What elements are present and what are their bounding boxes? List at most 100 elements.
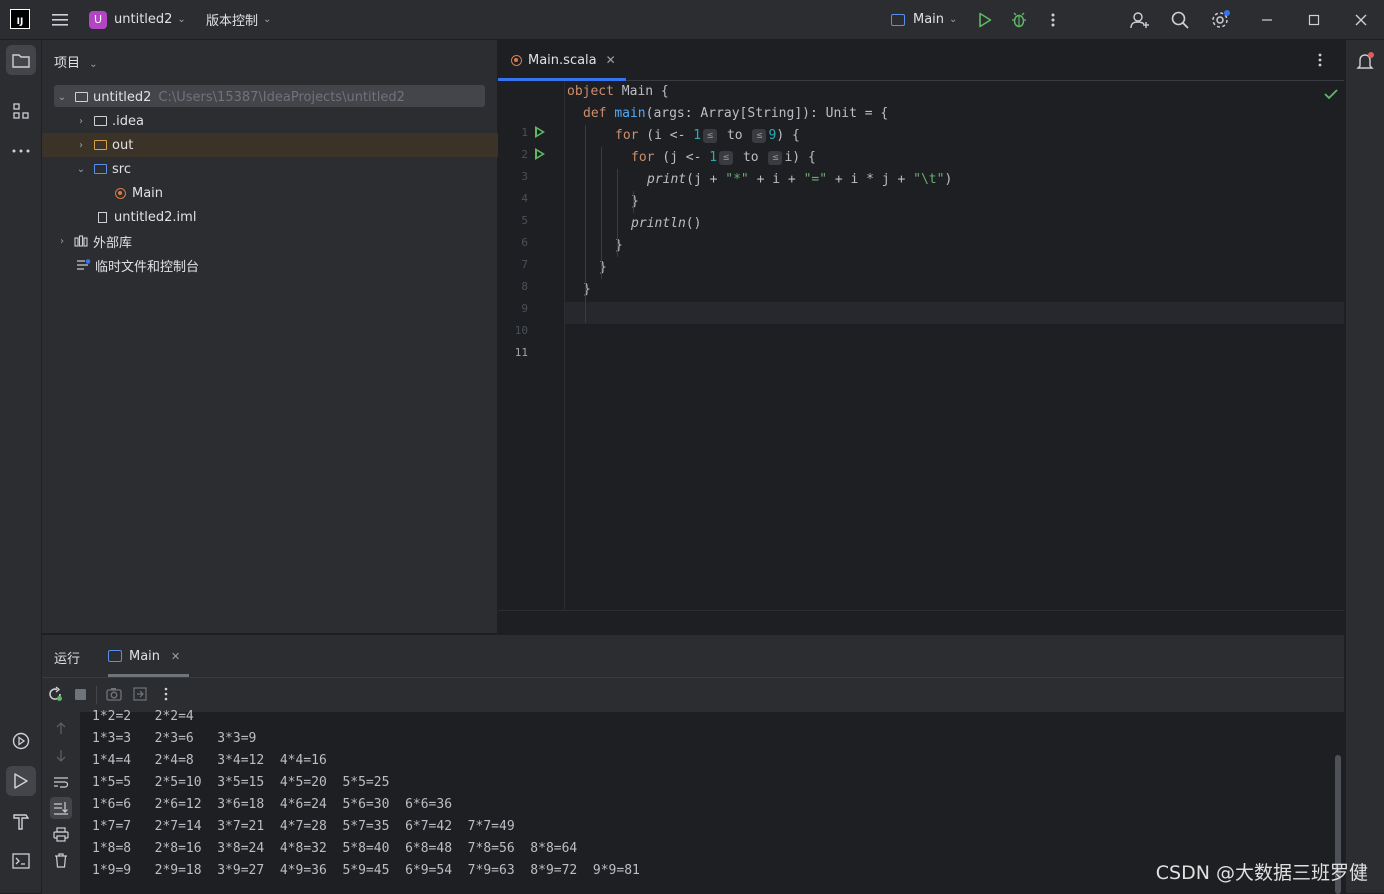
tab-main-scala[interactable]: Main.scala ✕	[498, 40, 626, 81]
code-line[interactable]: }	[567, 235, 623, 257]
vcs-menu[interactable]: 版本控制 ⌄	[206, 0, 271, 39]
line-number: 3	[521, 170, 528, 183]
down-arrow-icon[interactable]	[50, 745, 72, 767]
project-selector[interactable]: U untitled2 ⌄	[89, 0, 186, 39]
more-tools-icon[interactable]	[6, 136, 36, 166]
services-icon[interactable]	[6, 726, 36, 756]
notifications-bell-icon[interactable]	[1356, 52, 1376, 76]
tree-item-iml[interactable]: untitled2.iml	[42, 205, 545, 229]
tree-item-label: 临时文件和控制台	[95, 259, 200, 275]
line-number: 11	[514, 346, 528, 359]
more-options-icon[interactable]	[164, 687, 168, 705]
left-tool-strip	[0, 40, 42, 893]
inlay-hint: ≤	[703, 129, 718, 143]
code-line[interactable]: for (j <- 1 ≤ to ≤ i) {	[567, 147, 816, 169]
rerun-icon[interactable]	[47, 686, 63, 706]
tree-item-label: src	[112, 161, 131, 177]
print-icon[interactable]	[50, 823, 72, 845]
module-folder-icon	[73, 90, 89, 104]
project-panel-header[interactable]: 项目 ⌄	[54, 52, 98, 71]
project-tool-folder-icon[interactable]	[6, 45, 36, 75]
soft-wrap-icon[interactable]	[50, 771, 72, 793]
console-output-line: 1*9=9 2*9=18 3*9=27 4*9=36 5*9=45 6*9=54…	[92, 863, 640, 878]
console-output-line: 1*5=5 2*5=10 3*5=15 4*5=20 5*5=25	[92, 775, 390, 790]
scroll-to-end-icon[interactable]	[50, 797, 72, 819]
code-line[interactable]: }	[567, 191, 639, 213]
close-tab-icon[interactable]: ✕	[171, 650, 180, 663]
stop-icon[interactable]	[75, 689, 86, 700]
minimize-icon[interactable]	[1255, 8, 1279, 32]
settings-gear-icon[interactable]	[1208, 8, 1232, 32]
chevron-down-icon: ⌄	[949, 14, 958, 25]
code-line[interactable]: }	[567, 279, 591, 301]
project-name: untitled2	[114, 12, 173, 27]
tree-item-idea[interactable]: › .idea	[42, 109, 529, 133]
tree-root-path: C:\Users\15387\IdeaProjects\untitled2	[158, 89, 405, 105]
vcs-label: 版本控制	[206, 14, 259, 29]
run-gutter-icon[interactable]	[535, 148, 545, 160]
chevron-right-icon: ›	[60, 235, 64, 247]
close-window-icon[interactable]	[1349, 8, 1373, 32]
intellij-logo-icon[interactable]: IJ	[10, 9, 30, 29]
chevron-down-icon: ⌄	[76, 163, 86, 175]
tree-item-src[interactable]: ⌄ src	[42, 157, 529, 181]
tree-item-out[interactable]: › out	[42, 133, 529, 157]
exit-icon[interactable]	[133, 687, 147, 705]
build-hammer-icon[interactable]	[6, 806, 36, 836]
code-line[interactable]: println()	[567, 213, 701, 235]
terminal-icon[interactable]	[6, 846, 36, 876]
code-line[interactable]: object Main {	[567, 81, 669, 103]
run-tool-icon[interactable]	[6, 766, 36, 796]
editor-more-icon[interactable]	[1318, 52, 1322, 72]
code-with-me-icon[interactable]	[1128, 8, 1152, 32]
run-gutter-icon[interactable]	[535, 126, 545, 138]
right-tool-strip	[1345, 40, 1384, 893]
chevron-right-icon: ›	[79, 139, 83, 151]
run-panel-title: 运行	[54, 652, 81, 667]
run-icon[interactable]	[973, 8, 997, 32]
maximize-icon[interactable]	[1302, 8, 1326, 32]
project-panel-title: 项目	[54, 56, 81, 71]
code-line[interactable]: for (i <- 1 ≤ to ≤9) {	[567, 125, 800, 147]
toolbar-divider	[96, 686, 97, 704]
tree-item-scratches[interactable]: 临时文件和控制台	[42, 253, 526, 277]
tree-item-main[interactable]: Main	[42, 181, 563, 205]
main-menu-icon[interactable]	[48, 8, 72, 32]
debug-icon[interactable]	[1007, 8, 1031, 32]
tree-item-external-libraries[interactable]: › 外部库	[42, 229, 510, 253]
chevron-down-icon: ⌄	[177, 14, 186, 25]
inlay-hint: ≤	[752, 129, 767, 143]
tree-item-label: Main	[132, 185, 164, 201]
editor-bottom-area	[498, 610, 1344, 634]
run-config-selector[interactable]: Main ⌄	[891, 0, 957, 39]
tree-item-root[interactable]: ⌄ untitled2 C:\Users\15387\IdeaProjects\…	[42, 85, 510, 109]
run-tab-main[interactable]: Main ✕	[108, 635, 180, 677]
line-number: 5	[521, 214, 528, 227]
folder-icon	[92, 114, 108, 128]
code-line[interactable]: print(j + "*" + i + "=" + i * j + "\t")	[567, 169, 952, 191]
indent-guide	[633, 191, 634, 213]
search-icon[interactable]	[1168, 8, 1192, 32]
no-problems-check-icon[interactable]	[1324, 88, 1338, 104]
tree-root-label: untitled2	[93, 89, 152, 105]
more-actions-icon[interactable]	[1041, 8, 1065, 32]
indent-guide	[585, 125, 586, 323]
console-output-line: 1*4=4 2*4=8 3*4=12 4*4=16	[92, 753, 327, 768]
code-line[interactable]: def main(args: Array[String]): Unit = {	[567, 103, 888, 125]
title-bar: IJ U untitled2 ⌄ 版本控制 ⌄ Main ⌄	[0, 0, 1384, 40]
run-config-label: Main	[913, 12, 945, 27]
console-output-line: 1*8=8 2*8=16 3*8=24 4*8=32 5*8=40 6*8=48…	[92, 841, 578, 856]
close-tab-icon[interactable]: ✕	[606, 53, 616, 67]
structure-icon[interactable]	[6, 96, 36, 126]
up-arrow-icon[interactable]	[50, 717, 72, 739]
trash-icon[interactable]	[50, 849, 72, 871]
file-icon	[94, 210, 110, 224]
project-badge: U	[89, 10, 107, 29]
run-tool-window: 运行 Main ✕ 1*2=2 2*2=4 1*3=3 2*3=6 3*3=9 …	[42, 634, 1344, 894]
excluded-folder-icon	[92, 138, 108, 152]
indent-guide	[617, 169, 618, 257]
chevron-down-icon: ⌄	[263, 14, 272, 25]
project-panel: 项目 ⌄ ⌄ untitled2 C:\Users\15387\IdeaProj…	[42, 40, 529, 633]
camera-snapshot-icon[interactable]	[106, 687, 122, 705]
run-side-toolbar	[42, 711, 80, 894]
